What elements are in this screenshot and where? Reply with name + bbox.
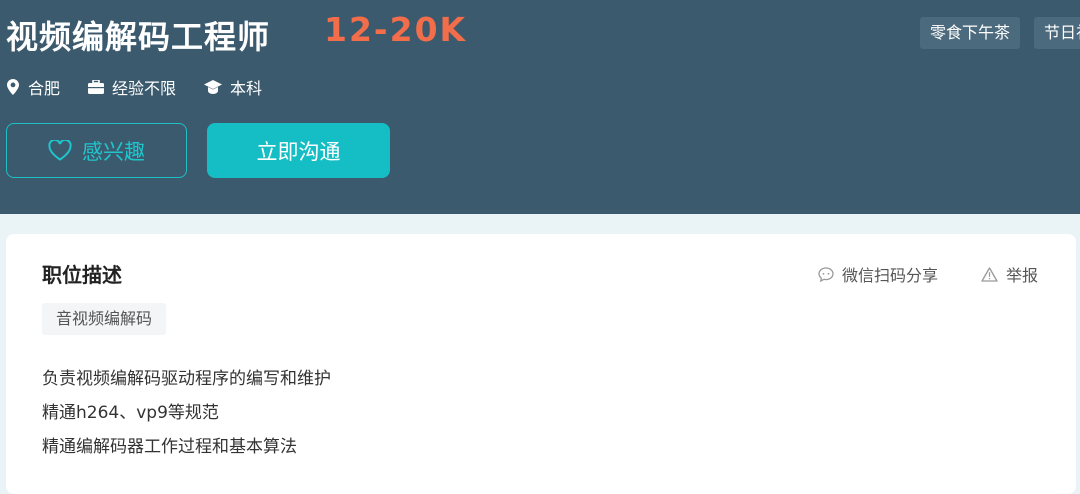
job-description-card: 职位描述 微信扫码分享 举报 音视频编解码 负责视频编解码驱动程序的编写和维护 …: [6, 234, 1076, 494]
warning-icon: [981, 266, 998, 282]
location-text: 合肥: [28, 79, 61, 98]
skill-tag: 音视频编解码: [42, 303, 167, 335]
description-line: 精通h264、vp9等规范: [42, 403, 219, 423]
benefit-tag: 节日礼: [1034, 17, 1080, 49]
share-label: 微信扫码分享: [842, 266, 939, 285]
benefit-tag: 零食下午茶: [920, 17, 1021, 49]
salary: 12-20K: [324, 10, 468, 49]
briefcase-icon: [88, 80, 105, 94]
description-line: 负责视频编解码驱动程序的编写和维护: [42, 369, 331, 389]
experience-item: 经验不限: [88, 75, 176, 99]
section-title: 职位描述: [42, 263, 122, 287]
heart-icon: [48, 140, 72, 161]
chat-bubble-icon: [818, 266, 834, 282]
job-header: 视频编解码工程师 12-20K 零食下午茶 节日礼 合肥 经验不限 本科: [0, 0, 1080, 214]
experience-text: 经验不限: [112, 79, 177, 98]
location-icon: [7, 79, 19, 95]
location-item: 合肥: [6, 75, 60, 99]
interest-button[interactable]: 感兴趣: [6, 123, 187, 178]
description-line: 精通编解码器工作过程和基本算法: [42, 437, 297, 457]
graduation-cap-icon: [204, 80, 223, 94]
job-description: 负责视频编解码驱动程序的编写和维护 精通h264、vp9等规范 精通编解码器工作…: [42, 362, 331, 464]
education-item: 本科: [204, 75, 262, 99]
report-label: 举报: [1006, 266, 1039, 285]
job-meta: 合肥 经验不限 本科: [6, 74, 290, 100]
education-text: 本科: [230, 79, 263, 98]
job-title: 视频编解码工程师: [6, 18, 271, 56]
chat-now-button[interactable]: 立即沟通: [207, 123, 390, 178]
wechat-share-link[interactable]: 微信扫码分享: [818, 262, 938, 286]
interest-label: 感兴趣: [82, 139, 145, 164]
report-link[interactable]: 举报: [981, 262, 1038, 286]
